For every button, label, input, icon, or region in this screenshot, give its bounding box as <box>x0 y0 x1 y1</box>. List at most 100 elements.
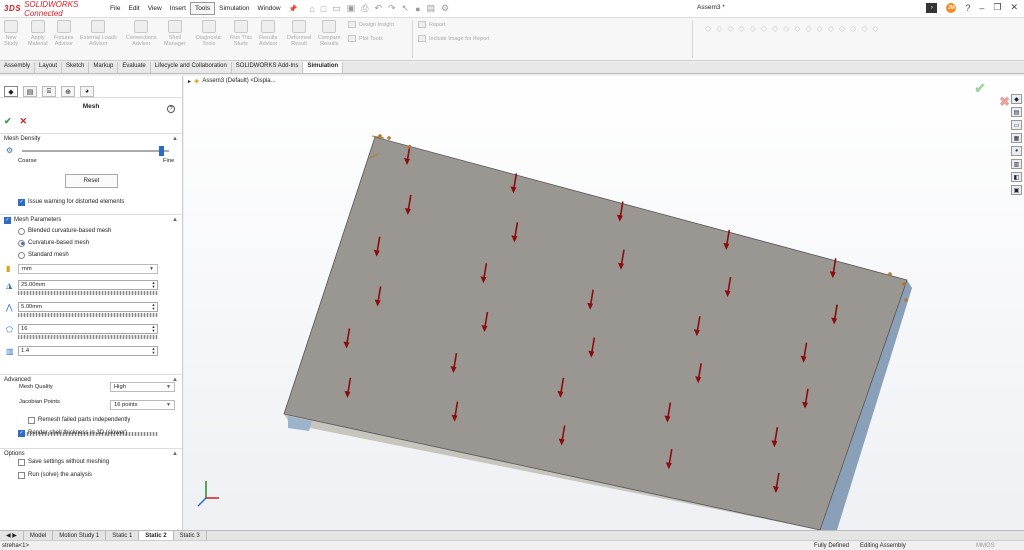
mesh-type-option[interactable]: Curvature-based mesh <box>0 237 182 249</box>
radio-button[interactable] <box>18 239 25 247</box>
confirm-corner-cancel-icon[interactable]: ✖ <box>999 94 1010 110</box>
tab-nav-arrows[interactable]: ◀ ▶ <box>0 530 24 541</box>
save-settings-row[interactable]: Save settings without meshing <box>0 456 109 468</box>
spinner-icon[interactable]: ▲ ▼ <box>150 325 157 333</box>
report-button[interactable]: Report <box>418 21 446 28</box>
graphics-area[interactable]: ▸ ◈ Assem3 (Default) <Displa... ⌕ <box>184 76 1024 530</box>
tab-layout[interactable]: Layout <box>35 62 63 73</box>
reset-button[interactable]: Reset <box>65 174 118 188</box>
density-slider-track[interactable] <box>22 150 169 152</box>
mesh-type-option[interactable]: Blended curvature-based mesh <box>0 225 182 237</box>
open-icon[interactable]: ▭ <box>332 3 341 14</box>
pin-icon[interactable]: 📌 <box>285 5 302 13</box>
tab-model[interactable]: Model <box>24 530 54 541</box>
select-icon[interactable]: ↖ <box>402 3 410 14</box>
view-palette-icon[interactable]: ▦ <box>1011 133 1022 143</box>
max-element-size-field[interactable]: 25.00mm ▲ ▼ <box>18 280 158 290</box>
design-insight-button[interactable]: Design Insight <box>348 21 394 28</box>
menu-insert[interactable]: Insert <box>166 3 190 14</box>
property-manager-tab[interactable]: ▤ <box>23 86 37 97</box>
mesh-parameters-checkbox[interactable]: ✓ <box>4 216 11 224</box>
render-shell-row[interactable]: ✓ Render shell thickness in 3D (slower) <box>0 427 127 439</box>
growth-ratio-field[interactable]: 1.4 ▲ ▼ <box>18 346 158 356</box>
run-analysis-checkbox[interactable] <box>18 471 25 479</box>
appearance-tab[interactable]: ◕ <box>80 86 94 97</box>
forum-icon[interactable]: ◧ <box>1011 172 1022 182</box>
tab-assembly[interactable]: Assembly <box>0 62 36 73</box>
dimxpert-tab[interactable]: ⊕ <box>61 86 75 97</box>
menu-file[interactable]: File <box>106 3 124 14</box>
new-document-icon[interactable]: □ <box>321 4 326 14</box>
custom-properties-icon[interactable]: ▥ <box>1011 159 1022 169</box>
menu-edit[interactable]: Edit <box>124 3 143 14</box>
redo-icon[interactable]: ↷ <box>388 3 396 14</box>
tab-static-1[interactable]: Static 1 <box>106 530 140 541</box>
unit-select[interactable]: mm ▼ <box>18 264 158 274</box>
ribbon-button-new[interactable]: New Study <box>4 20 18 48</box>
print-icon[interactable]: ⎙ <box>361 3 368 14</box>
help-icon[interactable]: ? <box>965 3 970 13</box>
radio-button[interactable] <box>18 227 25 235</box>
mesh-parameters-header[interactable]: ✓ Mesh Parameters ▲ <box>0 214 182 225</box>
ribbon-button-apply[interactable]: Apply Material <box>28 20 48 48</box>
menu-window[interactable]: Window <box>253 3 284 14</box>
appearances-icon[interactable]: ◕ <box>1011 146 1022 156</box>
tab-motion-study-1[interactable]: Motion Study 1 <box>53 530 107 541</box>
ribbon-button-deformed[interactable]: Deformed Result <box>287 20 311 48</box>
collapse-chevron-icon[interactable]: ▲ <box>172 217 178 223</box>
run-analysis-row[interactable]: Run (solve) the analysis <box>0 469 92 481</box>
tab-lifecycle-and-collaboration[interactable]: Lifecycle and Collaboration <box>151 62 232 73</box>
tab-static-3[interactable]: Static 3 <box>174 530 207 541</box>
recycle-icon[interactable]: ▣ <box>1011 185 1022 195</box>
user-avatar[interactable]: JM <box>946 2 957 13</box>
confirm-corner-ok-icon[interactable]: ✔ <box>974 80 986 97</box>
menu-simulation[interactable]: Simulation <box>215 3 253 14</box>
ribbon-button-compare[interactable]: Compare Results <box>318 20 341 48</box>
radio-button[interactable] <box>18 251 25 259</box>
ribbon-button-fixtures[interactable]: Fixtures Advisor <box>54 20 74 48</box>
terminal-icon[interactable]: › <box>926 2 938 13</box>
min-element-size-field[interactable]: 5.00mm ▲ ▼ <box>18 302 158 312</box>
distorted-warning-checkbox[interactable]: ✓ <box>18 198 25 206</box>
file-properties-icon[interactable]: ▤ <box>427 3 436 14</box>
tab-simulation[interactable]: Simulation <box>303 62 344 73</box>
collapse-chevron-icon[interactable]: ▲ <box>172 451 178 457</box>
include-image-button[interactable]: Include Image for Report <box>418 35 490 42</box>
close-icon[interactable]: ✕ <box>1010 2 1018 13</box>
ribbon-button-results[interactable]: Results Advisor <box>259 20 277 48</box>
render-shell-checkbox[interactable]: ✓ <box>18 429 25 437</box>
ribbon-button-diagnostic[interactable]: Diagnostic Tools <box>196 20 222 48</box>
ribbon-button-external-loads[interactable]: External Loads Advisor <box>80 20 117 48</box>
spinner-icon[interactable]: ▲ ▼ <box>150 281 157 289</box>
cancel-x-icon[interactable]: ✕ <box>20 116 28 127</box>
undo-icon[interactable]: ↶ <box>374 3 382 14</box>
restore-icon[interactable]: ❐ <box>993 2 1001 13</box>
plot-tools-button[interactable]: Plot Tools <box>348 35 383 42</box>
mesh-quality-select[interactable]: High ▼ <box>110 382 175 392</box>
mesh-density-header[interactable]: Mesh Density ▲ <box>0 133 182 144</box>
options-icon[interactable]: ⚙ <box>441 3 449 14</box>
rebuild-icon[interactable]: ● <box>415 4 420 14</box>
tab-static-2[interactable]: Static 2 <box>139 530 174 541</box>
save-icon[interactable]: ▣ <box>347 3 356 14</box>
simulation-tree-tab[interactable]: ◆ <box>4 86 18 97</box>
ribbon-button-run-this[interactable]: Run This Study <box>230 20 252 48</box>
ok-checkmark-icon[interactable]: ✔ <box>4 116 12 127</box>
tab-solidworks-add-ins[interactable]: SOLIDWORKS Add-Ins <box>232 62 304 73</box>
tab-markup[interactable]: Markup <box>89 62 119 73</box>
file-explorer-icon[interactable]: ▭ <box>1011 120 1022 130</box>
ribbon-button-shell[interactable]: Shell Manager <box>164 20 186 48</box>
menu-view[interactable]: View <box>144 3 166 14</box>
design-library-icon[interactable]: ▤ <box>1011 107 1022 117</box>
solidworks-resources-icon[interactable]: ◆ <box>1011 94 1022 104</box>
menu-tools[interactable]: Tools <box>189 2 216 15</box>
density-slider-knob[interactable] <box>159 146 165 156</box>
minimize-icon[interactable]: – <box>979 3 984 13</box>
ribbon-button-connections[interactable]: Connections Advisor <box>126 20 157 48</box>
configuration-tab[interactable]: ⌸ <box>42 86 56 97</box>
status-units[interactable]: MMGS <box>976 543 995 549</box>
save-settings-checkbox[interactable] <box>18 458 25 466</box>
solidworks-logo[interactable]: 3DS SOLIDWORKS Connected <box>0 0 106 18</box>
help-icon[interactable]: ? <box>167 105 175 113</box>
spinner-icon[interactable]: ▲ ▼ <box>150 303 157 311</box>
